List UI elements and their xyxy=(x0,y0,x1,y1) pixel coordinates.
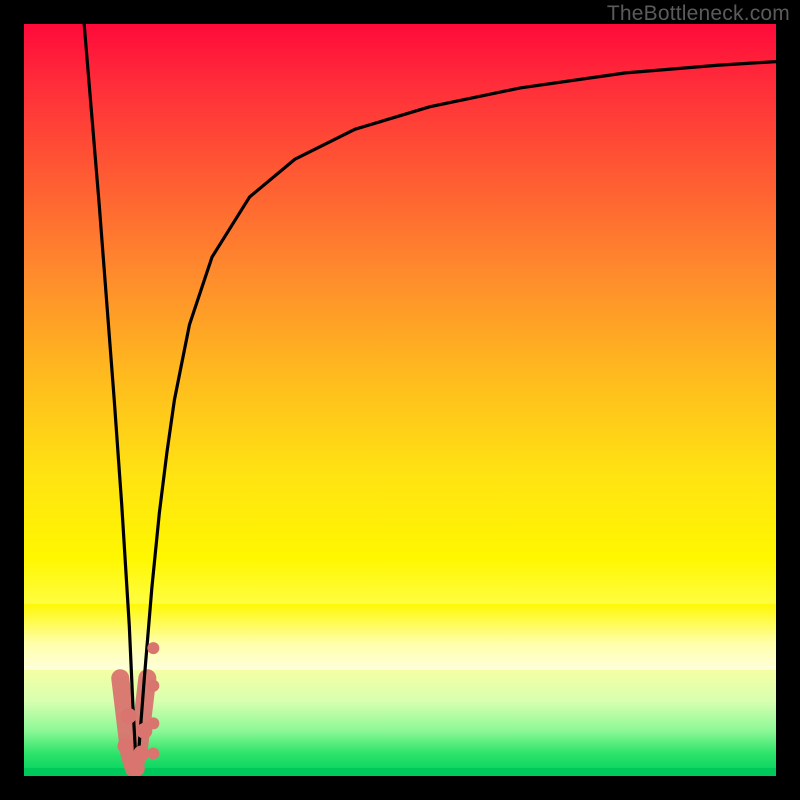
watermark-text: TheBottleneck.com xyxy=(607,2,790,26)
marker-6 xyxy=(147,747,159,759)
marker-9 xyxy=(147,642,159,654)
plot-area xyxy=(24,24,776,776)
curve-left-branch xyxy=(84,24,137,776)
marker-7 xyxy=(147,717,159,729)
marker-3 xyxy=(129,760,145,776)
curve-right-branch xyxy=(137,62,776,776)
marker-0 xyxy=(118,738,134,754)
marker-1 xyxy=(121,708,137,724)
chart-frame: TheBottleneck.com xyxy=(0,0,800,800)
chart-svg xyxy=(24,24,776,776)
marker-4 xyxy=(133,745,149,761)
marker-8 xyxy=(147,680,159,692)
